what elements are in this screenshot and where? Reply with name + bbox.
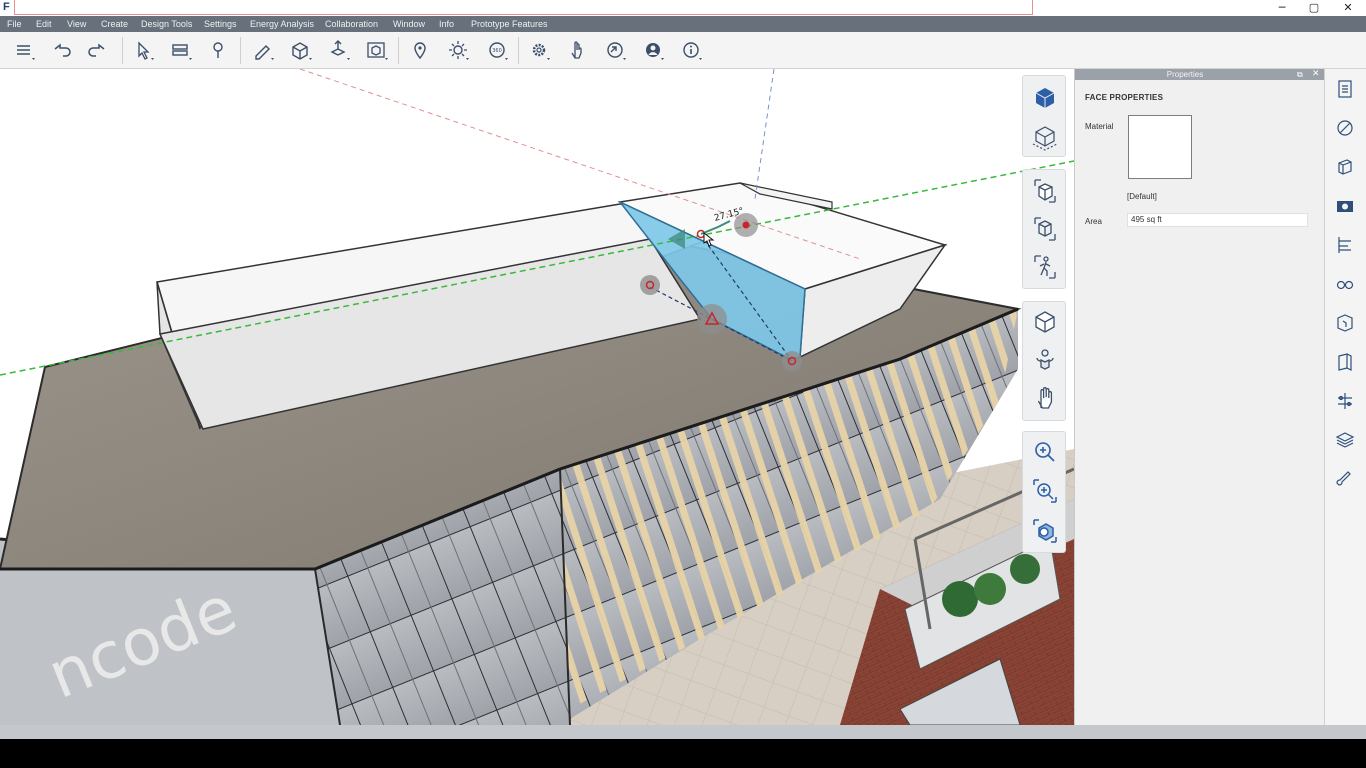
app-logo: F xyxy=(3,1,10,13)
camera-nav-group xyxy=(1022,169,1066,289)
3d-viewport[interactable]: ncode 27.15° xyxy=(0,69,1074,725)
section-plane-icon[interactable] xyxy=(168,38,194,62)
zoom-nav-group xyxy=(1022,431,1066,553)
view-360-icon[interactable]: 360 xyxy=(484,38,510,62)
area-field: 495 sq ft xyxy=(1127,213,1308,227)
properties-header: Properties ⧉ ✕ xyxy=(1075,69,1325,80)
glasses-icon[interactable] xyxy=(1334,273,1356,295)
menu-window[interactable]: Window xyxy=(393,18,425,30)
area-label: Area xyxy=(1085,217,1102,226)
title-input[interactable] xyxy=(14,0,1033,15)
face-properties-heading: FACE PROPERTIES xyxy=(1085,93,1164,102)
menu-collaboration[interactable]: Collaboration xyxy=(325,18,378,30)
material-name: [Default] xyxy=(1127,192,1157,201)
status-bar xyxy=(0,725,1366,739)
look-around-icon[interactable] xyxy=(1027,343,1063,377)
sun-icon[interactable] xyxy=(445,38,471,62)
hand-touch-icon[interactable] xyxy=(564,38,590,62)
maximize-button[interactable]: ▢ xyxy=(1298,0,1330,16)
materials-icon[interactable] xyxy=(1334,117,1356,139)
redo-icon[interactable] xyxy=(85,38,111,62)
zoom-extents-icon[interactable] xyxy=(1027,514,1063,548)
application-window: F ─ ▢ ✕ File Edit View Create Design Too… xyxy=(0,0,1366,768)
toolbar-separator xyxy=(518,37,519,64)
ground-view-icon[interactable] xyxy=(1027,119,1063,153)
menu-create[interactable]: Create xyxy=(101,18,128,30)
sketch-pencil-icon[interactable] xyxy=(250,38,276,62)
properties-list-icon[interactable] xyxy=(1334,78,1356,100)
toolbar-separator xyxy=(240,37,241,64)
gear-icon[interactable] xyxy=(526,38,552,62)
undo-icon[interactable] xyxy=(48,38,74,62)
zoom-in-icon[interactable] xyxy=(1027,435,1063,469)
main-toolbar: 360 xyxy=(0,32,1366,69)
close-panel-icon[interactable]: ✕ xyxy=(1312,69,1320,80)
menu-stack-icon[interactable] xyxy=(11,38,37,62)
share-icon[interactable] xyxy=(602,38,628,62)
book-icon[interactable] xyxy=(1334,351,1356,373)
pan-hand-icon[interactable] xyxy=(1027,382,1063,416)
menu-info[interactable]: Info xyxy=(439,18,454,30)
minimize-button[interactable]: ─ xyxy=(1266,0,1298,16)
info-icon[interactable] xyxy=(678,38,704,62)
view-cube-icon[interactable] xyxy=(1027,81,1063,115)
menu-energy-analysis[interactable]: Energy Analysis xyxy=(250,18,314,30)
paint-bucket-icon[interactable] xyxy=(205,38,231,62)
menu-view[interactable]: View xyxy=(67,18,86,30)
zoom-window-icon[interactable] xyxy=(1027,474,1063,508)
toolbar-separator xyxy=(398,37,399,64)
orbit-icon[interactable] xyxy=(1027,305,1063,339)
view-nav-group xyxy=(1022,75,1066,157)
perspective-icon[interactable] xyxy=(1027,174,1063,208)
title-bar: F ─ ▢ ✕ xyxy=(0,0,1366,16)
align-icon[interactable] xyxy=(1334,234,1356,256)
menu-bar: File Edit View Create Design Tools Setti… xyxy=(0,16,1366,32)
move-push-icon[interactable] xyxy=(326,38,352,62)
layers-icon[interactable] xyxy=(1334,156,1356,178)
account-icon[interactable] xyxy=(640,38,666,62)
components-icon[interactable] xyxy=(1334,312,1356,334)
material-label: Material xyxy=(1085,122,1114,131)
scenes-icon[interactable] xyxy=(1334,195,1356,217)
isometric-icon[interactable] xyxy=(1027,212,1063,246)
select-arrow-icon[interactable] xyxy=(130,38,156,62)
menu-file[interactable]: File xyxy=(7,18,22,30)
svg-text:360: 360 xyxy=(492,48,502,54)
menu-settings[interactable]: Settings xyxy=(204,18,237,30)
right-sidebar xyxy=(1324,69,1366,725)
close-button[interactable]: ✕ xyxy=(1332,0,1364,16)
location-pin-icon[interactable] xyxy=(407,38,433,62)
toolbar-separator xyxy=(122,37,123,64)
properties-panel: Properties ⧉ ✕ FACE PROPERTIES Material … xyxy=(1074,69,1325,725)
menu-design-tools[interactable]: Design Tools xyxy=(141,18,192,30)
3d-scene[interactable]: ncode 27.15° xyxy=(0,69,1074,725)
transform-icon[interactable] xyxy=(1334,390,1356,412)
material-swatch[interactable] xyxy=(1128,115,1192,179)
properties-title: Properties xyxy=(1166,70,1204,79)
bottom-letterbox xyxy=(0,739,1366,768)
undock-icon[interactable]: ⧉ xyxy=(1297,69,1303,80)
walk-icon[interactable] xyxy=(1027,250,1063,284)
paint-icon[interactable] xyxy=(1334,468,1356,490)
frame-cube-icon[interactable] xyxy=(364,38,390,62)
menu-prototype-features[interactable]: Prototype Features xyxy=(471,18,548,30)
orbit-nav-group xyxy=(1022,301,1066,421)
stack-icon[interactable] xyxy=(1334,429,1356,451)
menu-edit[interactable]: Edit xyxy=(36,18,52,30)
box-primitive-icon[interactable] xyxy=(288,38,314,62)
